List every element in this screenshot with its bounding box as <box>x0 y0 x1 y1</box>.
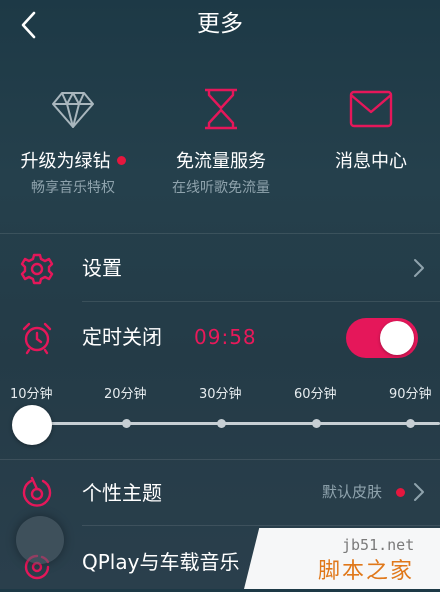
watermark-site: jb51.net <box>342 536 415 554</box>
current-skin-value: 默认皮肤 <box>322 483 383 501</box>
notification-dot <box>396 488 405 497</box>
theme-label: 个性主题 <box>82 481 162 505</box>
slider-option-label: 10分钟 <box>10 387 53 402</box>
watermark-name: 脚本之家 <box>318 559 415 584</box>
slider-tick[interactable] <box>312 419 321 428</box>
alarm-clock-icon <box>22 322 52 355</box>
feature-subtitle: 畅享音乐特权 <box>31 180 115 196</box>
envelope-icon <box>349 90 393 128</box>
settings-label: 设置 <box>82 256 122 280</box>
hourglass-icon <box>205 88 237 130</box>
timer-slider-thumb[interactable] <box>12 405 52 445</box>
timer-slider-track[interactable] <box>30 422 440 425</box>
slider-option-label: 20分钟 <box>104 387 147 402</box>
feature-upgrade-green-diamond[interactable]: 升级为绿钻 畅享音乐特权 <box>0 86 146 206</box>
page-title: 更多 <box>197 11 243 37</box>
slider-option-label: 90分钟 <box>389 387 432 402</box>
diamond-icon <box>52 92 94 128</box>
header-bar: 更多 <box>0 0 440 56</box>
gear-icon <box>20 253 54 285</box>
slider-tick[interactable] <box>217 419 226 428</box>
sleep-timer-toggle[interactable] <box>346 318 418 358</box>
feature-title: 消息中心 <box>335 151 407 172</box>
row-divider <box>82 301 440 302</box>
toggle-knob <box>380 321 414 355</box>
feature-title: 免流量服务 <box>176 151 266 172</box>
countdown-time: 09:58 <box>194 325 257 349</box>
slider-tick[interactable] <box>122 419 131 428</box>
notification-dot <box>116 156 126 165</box>
qplay-label: QPlay与车载音乐 <box>82 550 240 574</box>
chevron-right-icon <box>414 483 424 501</box>
theme-icon <box>22 476 52 507</box>
section-divider <box>0 459 440 460</box>
feature-subtitle: 在线听歌免流量 <box>172 180 270 196</box>
slider-option-label: 30分钟 <box>199 387 242 402</box>
row-divider <box>82 525 440 526</box>
sleep-timer-label: 定时关闭 <box>82 325 162 349</box>
floating-assist-button[interactable] <box>16 516 64 564</box>
feature-data-free-service[interactable]: 免流量服务 在线听歌免流量 <box>148 86 294 206</box>
section-divider <box>0 233 440 234</box>
slider-tick[interactable] <box>406 419 415 428</box>
feature-title: 升级为绿钻 <box>20 151 111 172</box>
chevron-right-icon <box>414 259 424 277</box>
slider-option-label: 60分钟 <box>294 387 337 402</box>
feature-message-center[interactable]: 消息中心 <box>298 86 440 206</box>
settings-row[interactable]: 设置 <box>0 236 440 300</box>
